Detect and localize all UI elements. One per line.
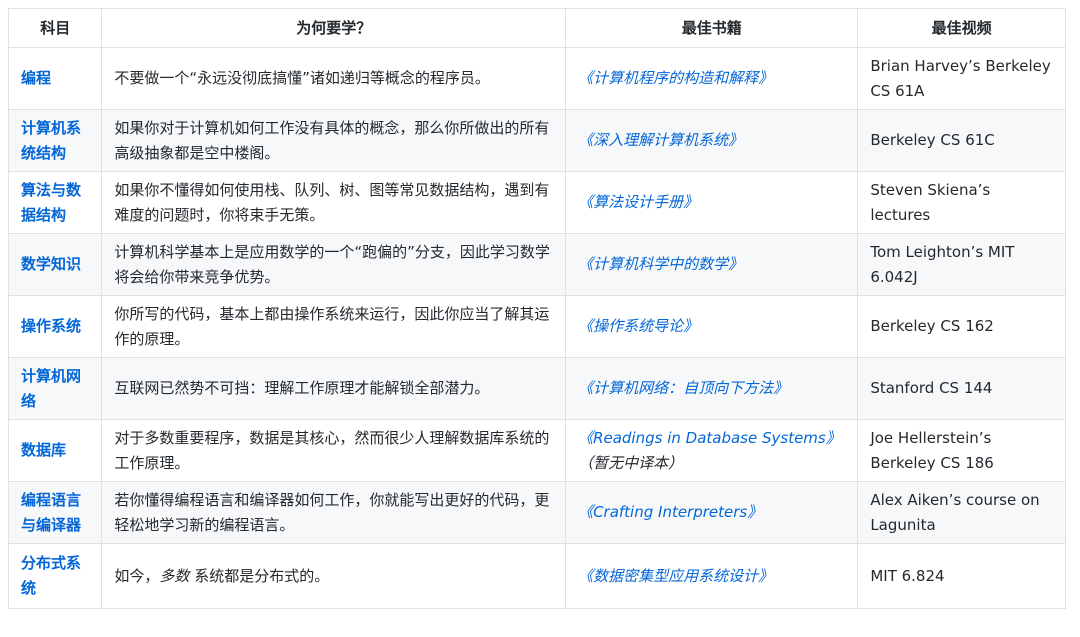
table-row: 计算机网络 互联网已然势不可挡：理解工作原理才能解锁全部潜力。 《计算机网络：自… <box>7 357 1066 420</box>
why-text-emphasis: 多数 <box>159 566 190 585</box>
book-cell: 《数据密集型应用系统设计》 <box>565 543 859 609</box>
video-cell: Alex Aiken’s course on Lagunita <box>857 481 1066 544</box>
video-cell: Brian Harvey’s Berkeley CS 61A <box>857 47 1066 110</box>
why-cell: 如今，多数 系统都是分布式的。 <box>101 543 567 609</box>
book-cell: 《计算机科学中的数学》 <box>565 233 859 296</box>
subject-link[interactable]: 编程语言与编译器 <box>21 491 81 534</box>
header-video: 最佳视频 <box>857 8 1066 48</box>
book-link[interactable]: 《深入理解计算机系统》 <box>578 131 743 149</box>
header-why: 为何要学？ <box>101 8 567 48</box>
table-row: 操作系统 你所写的代码，基本上都由操作系统来运行，因此你应当了解其运作的原理。 … <box>7 295 1066 358</box>
why-cell: 如果你不懂得如何使用栈、队列、树、图等常见数据结构，遇到有难度的问题时，你将束手… <box>101 171 567 234</box>
table-row: 数据库 对于多数重要程序，数据是其核心，然而很少人理解数据库系统的工作原理。 《… <box>7 419 1066 482</box>
book-cell: 《深入理解计算机系统》 <box>565 109 859 172</box>
book-link[interactable]: 《Readings in Database Systems》 <box>578 429 841 447</box>
video-cell: Berkeley CS 162 <box>857 295 1066 358</box>
table-row: 分布式系统 如今，多数 系统都是分布式的。 《数据密集型应用系统设计》 MIT … <box>7 543 1066 609</box>
subject-cell: 操作系统 <box>7 295 103 358</box>
book-link[interactable]: 《Crafting Interpreters》 <box>578 503 762 521</box>
book-link[interactable]: 《数据密集型应用系统设计》 <box>578 567 773 585</box>
book-note: （暂无中译本） <box>578 453 684 472</box>
subject-link[interactable]: 数据库 <box>21 441 66 459</box>
book-link[interactable]: 《计算机网络：自顶向下方法》 <box>578 379 788 397</box>
subject-link[interactable]: 算法与数据结构 <box>21 181 81 224</box>
subject-link[interactable]: 计算机系统结构 <box>21 119 81 162</box>
video-cell: Joe Hellerstein’s Berkeley CS 186 <box>857 419 1066 482</box>
book-cell: 《Crafting Interpreters》 <box>565 481 859 544</box>
book-cell: 《Readings in Database Systems》 （暂无中译本） <box>565 419 859 482</box>
subject-cell: 计算机网络 <box>7 357 103 420</box>
video-cell: Tom Leighton’s MIT 6.042J <box>857 233 1066 296</box>
book-cell: 《计算机网络：自顶向下方法》 <box>565 357 859 420</box>
video-cell: Steven Skiena’s lectures <box>857 171 1066 234</box>
curriculum-table: 科目 为何要学？ 最佳书籍 最佳视频 编程 不要做一个“永远没彻底搞懂”诸如递归… <box>7 8 1066 609</box>
why-text-suffix: 系统都是分布式的。 <box>189 566 330 585</box>
table-header-row: 科目 为何要学？ 最佳书籍 最佳视频 <box>7 8 1066 48</box>
header-book: 最佳书籍 <box>565 8 859 48</box>
table-row: 计算机系统结构 如果你对于计算机如何工作没有具体的概念，那么你所做出的所有高级抽… <box>7 109 1066 172</box>
table-row: 算法与数据结构 如果你不懂得如何使用栈、队列、树、图等常见数据结构，遇到有难度的… <box>7 171 1066 234</box>
book-cell: 《算法设计手册》 <box>565 171 859 234</box>
book-cell: 《操作系统导论》 <box>565 295 859 358</box>
why-cell: 对于多数重要程序，数据是其核心，然而很少人理解数据库系统的工作原理。 <box>101 419 567 482</box>
table-row: 数学知识 计算机科学基本上是应用数学的一个“跑偏的”分支，因此学习数学将会给你带… <box>7 233 1066 296</box>
subject-cell: 分布式系统 <box>7 543 103 609</box>
book-cell: 《计算机程序的构造和解释》 <box>565 47 859 110</box>
subject-link[interactable]: 操作系统 <box>21 317 81 335</box>
why-text-prefix: 如今， <box>114 566 160 585</box>
subject-link[interactable]: 分布式系统 <box>21 554 81 597</box>
subject-cell: 编程语言与编译器 <box>7 481 103 544</box>
book-link[interactable]: 《算法设计手册》 <box>578 193 698 211</box>
video-cell: MIT 6.824 <box>857 543 1066 609</box>
table-row: 编程 不要做一个“永远没彻底搞懂”诸如递归等概念的程序员。 《计算机程序的构造和… <box>7 47 1066 110</box>
subject-cell: 编程 <box>7 47 103 110</box>
why-cell: 如果你对于计算机如何工作没有具体的概念，那么你所做出的所有高级抽象都是空中楼阁。 <box>101 109 567 172</box>
why-cell: 计算机科学基本上是应用数学的一个“跑偏的”分支，因此学习数学将会给你带来竞争优势… <box>101 233 567 296</box>
table-row: 编程语言与编译器 若你懂得编程语言和编译器如何工作，你就能写出更好的代码，更轻松… <box>7 481 1066 544</box>
subject-cell: 算法与数据结构 <box>7 171 103 234</box>
book-link[interactable]: 《计算机科学中的数学》 <box>578 255 743 273</box>
video-cell: Stanford CS 144 <box>857 357 1066 420</box>
book-link[interactable]: 《操作系统导论》 <box>578 317 698 335</box>
why-cell: 不要做一个“永远没彻底搞懂”诸如递归等概念的程序员。 <box>101 47 567 110</box>
subject-cell: 数据库 <box>7 419 103 482</box>
header-subject: 科目 <box>7 8 103 48</box>
subject-cell: 数学知识 <box>7 233 103 296</box>
why-cell: 互联网已然势不可挡：理解工作原理才能解锁全部潜力。 <box>101 357 567 420</box>
subject-link[interactable]: 计算机网络 <box>21 367 81 410</box>
why-cell: 你所写的代码，基本上都由操作系统来运行，因此你应当了解其运作的原理。 <box>101 295 567 358</box>
subject-link[interactable]: 数学知识 <box>21 255 81 273</box>
subject-link[interactable]: 编程 <box>21 69 51 87</box>
why-cell: 若你懂得编程语言和编译器如何工作，你就能写出更好的代码，更轻松地学习新的编程语言… <box>101 481 567 544</box>
subject-cell: 计算机系统结构 <box>7 109 103 172</box>
video-cell: Berkeley CS 61C <box>857 109 1066 172</box>
book-link[interactable]: 《计算机程序的构造和解释》 <box>578 69 773 87</box>
